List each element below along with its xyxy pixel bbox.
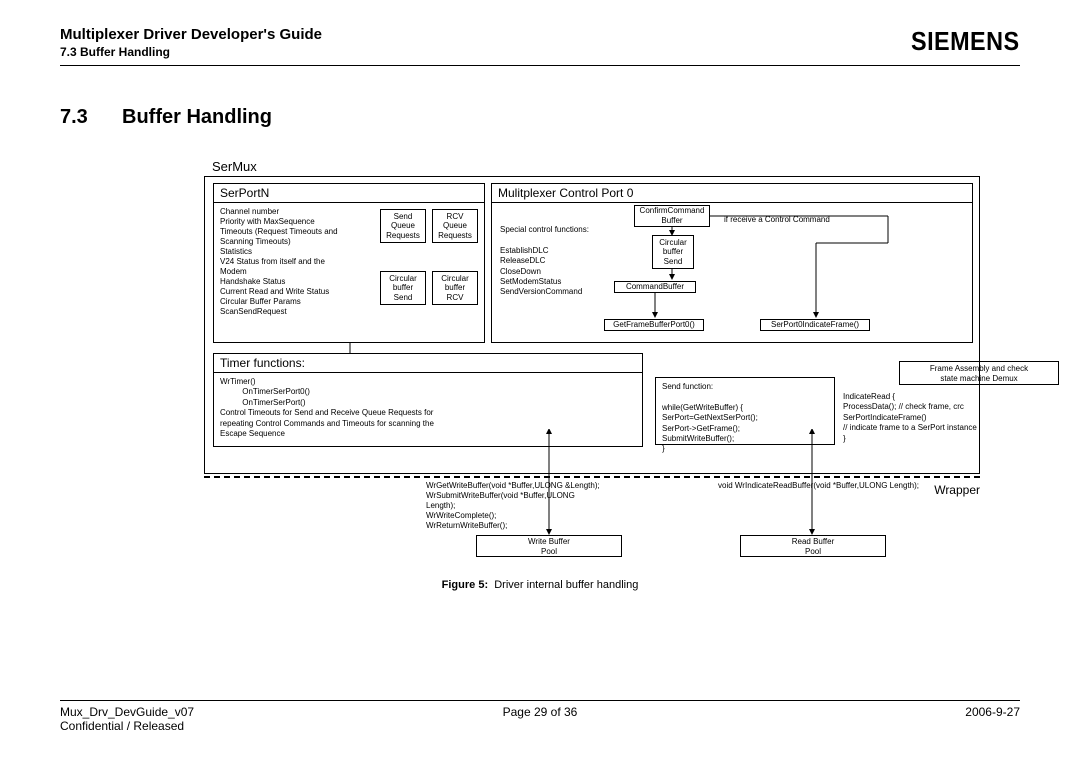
document-header: Multiplexer Driver Developer's Guide 7.3… (60, 26, 1020, 66)
send-function-box: Send function: while(GetWriteBuffer) { S… (655, 377, 835, 445)
wrapper-read-functions: void WrIndicateReadBuffer(void *Buffer,U… (718, 481, 968, 491)
confirm-command-buffer-box: ConfirmCommand Buffer (634, 205, 710, 227)
section-subtitle: 7.3 Buffer Handling (60, 45, 322, 59)
mux-title: Mulitplexer Control Port 0 (492, 184, 972, 203)
serportn-box: SerPortN Channel number Priority with Ma… (213, 183, 485, 343)
wrapper-write-functions: WrGetWriteBuffer(void *Buffer,ULONG &Len… (426, 481, 716, 531)
frame-assembly-box: Frame Assembly and check state machine D… (899, 361, 1059, 385)
figure-caption-text: Driver internal buffer handling (494, 579, 638, 591)
serportn-text: Channel number Priority with MaxSequence… (220, 207, 376, 317)
timer-title: Timer functions: (214, 354, 642, 373)
mux-special-functions: Special control functions: EstablishDLC … (500, 225, 589, 298)
sermux-label: SerMux (212, 159, 257, 174)
write-buffer-pool-box: Write Buffer Pool (476, 535, 622, 557)
section-title: Buffer Handling (122, 106, 272, 128)
circular-buffer-send-box: Circular buffer Send (380, 271, 426, 305)
serportn-title: SerPortN (214, 184, 484, 203)
section-number: 7.3 (60, 106, 122, 129)
timer-functions-box: Timer functions: WrTimer() OnTimerSerPor… (213, 353, 643, 447)
circular-buffer-rcv-box: Circular buffer RCV (432, 271, 478, 305)
getframebufferport0-box: GetFrameBufferPort0() (604, 319, 704, 331)
footer-page: Page 29 of 36 (380, 705, 700, 733)
footer-date: 2006-9-27 (700, 705, 1020, 733)
receive-control-command-text: if receive a Control Command (724, 215, 830, 224)
multiplexer-control-port-box: Mulitplexer Control Port 0 Special contr… (491, 183, 973, 343)
rcv-queue-requests-box: RCV Queue Requests (432, 209, 478, 243)
timer-text: WrTimer() OnTimerSerPort0() OnTimerSerPo… (214, 373, 642, 443)
circular-buffer-send-port0-box: Circular buffer Send (652, 235, 694, 269)
figure-label: Figure 5: (442, 579, 488, 591)
serport0indicateframe-box: SerPort0IndicateFrame() (760, 319, 870, 331)
indicate-read-box: IndicateRead { ProcessData(); // check f… (843, 392, 1061, 448)
footer-confidential: Confidential / Released (60, 719, 380, 733)
footer-doc-id: Mux_Drv_DevGuide_v07 (60, 705, 380, 719)
section-heading: 7.3Buffer Handling (60, 106, 1020, 129)
dashed-divider (204, 476, 980, 478)
document-footer: Mux_Drv_DevGuide_v07 Confidential / Rele… (60, 700, 1020, 733)
send-queue-requests-box: Send Queue Requests (380, 209, 426, 243)
command-buffer-box: CommandBuffer (614, 281, 696, 293)
siemens-logo: SIEMENS (912, 26, 1020, 57)
document-title: Multiplexer Driver Developer's Guide (60, 26, 322, 43)
read-buffer-pool-box: Read Buffer Pool (740, 535, 886, 557)
figure-caption: Figure 5: Driver internal buffer handlin… (100, 579, 980, 591)
sermux-box: SerPortN Channel number Priority with Ma… (204, 176, 980, 474)
